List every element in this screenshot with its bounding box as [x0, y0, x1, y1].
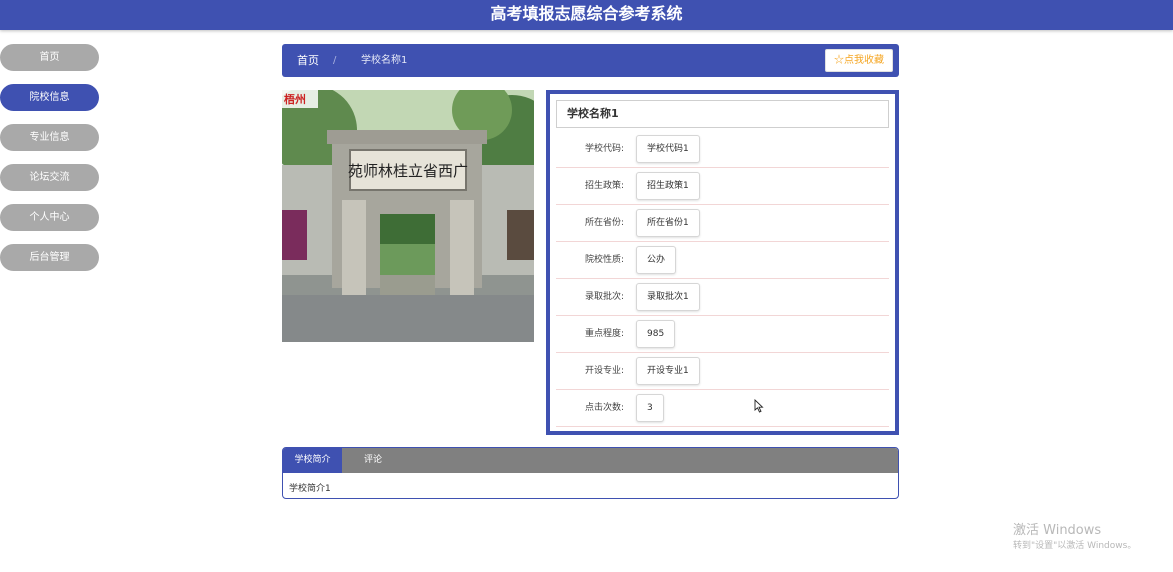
- detail-row-clicks: 点击次数: 3: [556, 390, 889, 427]
- detail-value: 招生政策1: [636, 172, 700, 200]
- detail-value: 3: [636, 394, 664, 422]
- detail-row-batch: 录取批次: 录取批次1: [556, 279, 889, 316]
- sidebar-item-majors[interactable]: 专业信息: [0, 124, 99, 151]
- tab-introduction[interactable]: 学校简介: [283, 448, 342, 473]
- watermark-title: 激活 Windows: [1013, 523, 1102, 538]
- breadcrumb-separator: /: [333, 55, 337, 66]
- sidebar-item-admin[interactable]: 后台管理: [0, 244, 99, 271]
- detail-label: 院校性质:: [584, 255, 624, 265]
- favorite-button[interactable]: ☆点我收藏: [825, 49, 893, 72]
- school-gate-image: 苑师林桂立省西广 梧州: [282, 90, 534, 342]
- detail-row-policy: 招生政策: 招生政策1: [556, 168, 889, 205]
- detail-row-level: 重点程度: 985: [556, 316, 889, 353]
- detail-value: 开设专业1: [636, 357, 700, 385]
- tab-content: 学校简介1: [289, 484, 331, 494]
- school-photo: 苑师林桂立省西广 梧州: [282, 90, 534, 342]
- school-tabs: 学校简介 评论 学校简介1: [282, 447, 899, 499]
- detail-row-province: 所在省份: 所在省份1: [556, 205, 889, 242]
- school-detail-panel: 学校名称1 学校代码: 学校代码1 招生政策: 招生政策1 所在省份: 所在省份…: [546, 90, 899, 435]
- detail-label: 录取批次:: [584, 292, 624, 302]
- app-header: 高考填报志愿综合参考系统: [0, 0, 1173, 30]
- watermark-subtitle: 转到"设置"以激活 Windows。: [1013, 541, 1137, 551]
- sidebar-item-profile[interactable]: 个人中心: [0, 204, 99, 231]
- detail-value: 所在省份1: [636, 209, 700, 237]
- sidebar: 首页 院校信息 专业信息 论坛交流 个人中心 后台管理: [0, 44, 100, 284]
- detail-row-majors: 开设专业: 开设专业1: [556, 353, 889, 390]
- detail-label: 点击次数:: [584, 403, 624, 413]
- detail-row-code: 学校代码: 学校代码1: [556, 131, 889, 168]
- detail-label: 学校代码:: [584, 144, 624, 154]
- detail-label: 开设专业:: [584, 366, 624, 376]
- windows-activation-watermark: 激活 Windows 转到"设置"以激活 Windows。: [1013, 523, 1136, 553]
- detail-label: 招生政策:: [584, 181, 624, 191]
- app-title: 高考填报志愿综合参考系统: [490, 4, 683, 23]
- breadcrumb-home-link[interactable]: 首页: [297, 44, 319, 77]
- tabs-header: 学校简介 评论: [283, 448, 898, 473]
- detail-value: 学校代码1: [636, 135, 700, 163]
- mouse-cursor-icon: [754, 399, 764, 413]
- detail-value: 985: [636, 320, 676, 348]
- detail-row-nature: 院校性质: 公办: [556, 242, 889, 279]
- photo-logo-text: 梧州: [284, 92, 306, 106]
- sidebar-item-schools[interactable]: 院校信息: [0, 84, 99, 111]
- gate-sign-text: 苑师林桂立省西广: [348, 162, 468, 180]
- detail-value: 录取批次1: [636, 283, 700, 311]
- sidebar-item-home[interactable]: 首页: [0, 44, 99, 71]
- detail-label: 所在省份:: [584, 218, 624, 228]
- school-name-heading: 学校名称1: [556, 100, 889, 128]
- detail-value: 公办: [636, 246, 677, 274]
- tab-comments[interactable]: 评论: [343, 448, 403, 473]
- detail-label: 重点程度:: [584, 329, 624, 339]
- breadcrumb-current: 学校名称1: [361, 55, 408, 66]
- sidebar-item-forum[interactable]: 论坛交流: [0, 164, 99, 191]
- breadcrumb: 首页 / 学校名称1 ☆点我收藏: [282, 44, 899, 77]
